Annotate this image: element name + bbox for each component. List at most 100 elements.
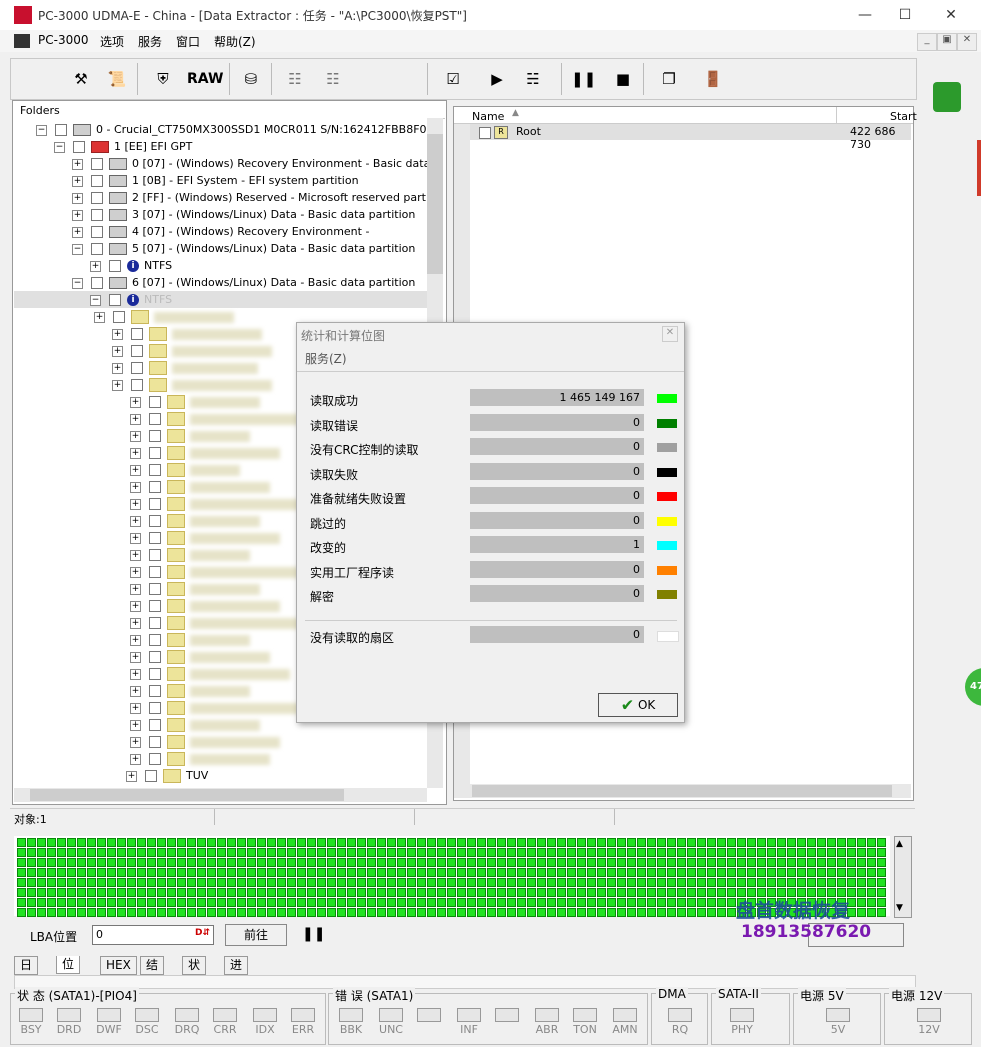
pause-icon[interactable]: ❚❚ [571, 67, 596, 91]
dialog-menu-service[interactable]: 服务(Z) [305, 350, 347, 367]
network-icon[interactable]: ☵ [521, 67, 545, 91]
sector-cell [427, 838, 436, 847]
sector-cell [317, 878, 326, 887]
tree-row-ntfs-5[interactable]: + i NTFS [90, 257, 172, 274]
tree-row-obscured[interactable]: + [130, 444, 280, 461]
list-horizontal-scrollbar[interactable] [454, 784, 911, 798]
menu-pc3000[interactable]: PC-3000 [38, 33, 88, 47]
tree-row-obscured[interactable]: + [112, 342, 272, 359]
folder-icon [167, 480, 185, 494]
tree-row-obscured[interactable]: + [130, 478, 270, 495]
sector-cell [577, 908, 586, 917]
mdi-minimize-button[interactable]: _ [917, 33, 937, 51]
tree-row-obscured[interactable]: + [130, 716, 260, 733]
menu-help[interactable]: 帮助(Z) [214, 33, 256, 50]
menu-app-icon[interactable] [14, 34, 30, 48]
tree-row-gpt[interactable]: −1 [EE] EFI GPT [54, 138, 192, 155]
tab-status[interactable]: 状态 [182, 956, 207, 989]
map-scrollbar[interactable]: ▲ ▼ [894, 836, 912, 918]
ok-button[interactable]: ✔ OK [598, 693, 678, 717]
close-button[interactable]: ✕ [928, 4, 974, 26]
sector-cell [127, 838, 136, 847]
lba-input[interactable]: 0 D⇵ [92, 925, 214, 945]
list-row-root[interactable]: R Root 422 686 730 [470, 124, 911, 151]
tree-row-obscured[interactable]: + [130, 546, 250, 563]
tree-horizontal-scrollbar[interactable] [14, 788, 427, 802]
tree-row-obscured[interactable]: + [130, 699, 300, 716]
tree-row-obscured[interactable]: + [130, 682, 250, 699]
sector-cell [757, 868, 766, 877]
binoculars-icon[interactable]: ⛨ [151, 67, 175, 91]
tree-row-partition-2[interactable]: +2 [FF] - (Windows) Reserved - Microsoft… [72, 189, 427, 206]
tree-row-obscured[interactable]: + [130, 529, 280, 546]
tree-row-obscured[interactable]: + [130, 597, 280, 614]
tree-row-partition-0[interactable]: +0 [07] - (Windows) Recovery Environment… [72, 155, 427, 172]
tree-row-partition-1[interactable]: +1 [0B] - EFI System - EFI system partit… [72, 172, 359, 189]
tree-row-partition-6[interactable]: −6 [07] - (Windows/Linux) Data - Basic d… [72, 274, 415, 291]
tab-structure[interactable]: 结构 [140, 956, 165, 989]
tree-row-obscured[interactable]: + [130, 665, 290, 682]
tree-row-obscured[interactable]: + [130, 512, 260, 529]
play-icon[interactable]: ▶ [485, 67, 509, 91]
tree-row-obscured[interactable]: + [130, 393, 260, 410]
tree-row-ntfs-6[interactable]: − i NTFS [14, 291, 427, 308]
stat-label: 读取错误 [310, 418, 359, 433]
database-icon[interactable] [933, 82, 961, 112]
tab-hex[interactable]: HEX [100, 956, 137, 975]
tree-row-obscured[interactable]: + [112, 325, 262, 342]
sector-cell [367, 838, 376, 847]
sector-cell [527, 868, 536, 877]
tree-row-obscured[interactable]: + [130, 631, 250, 648]
tree-row-obscured[interactable]: + [112, 376, 272, 393]
tools-icon[interactable]: ⚒ [69, 67, 93, 91]
tree-row-tuv[interactable]: + TUV [126, 767, 208, 784]
tree-row-obscured[interactable]: + [130, 410, 300, 427]
sector-cell [817, 838, 826, 847]
tab-log[interactable]: 日志 [14, 956, 39, 989]
tree-row-obscured[interactable]: + [130, 580, 260, 597]
go-button[interactable]: 前往 [225, 924, 287, 946]
tree-row-obscured[interactable]: + [130, 427, 250, 444]
tree-row-obscured[interactable]: + [112, 359, 258, 376]
raw-button[interactable]: RAW [187, 67, 223, 91]
tree-row-obscured[interactable]: + [130, 750, 270, 767]
sector-cell [47, 848, 56, 857]
mdi-close-button[interactable]: ✕ [957, 33, 977, 51]
column-start[interactable]: Start [890, 110, 917, 123]
map-pause-icon[interactable]: ❚❚ [302, 926, 325, 942]
mdi-restore-button[interactable]: ▣ [937, 33, 957, 51]
sector-cell [207, 858, 216, 867]
menu-options[interactable]: 选项 [100, 33, 124, 50]
tree-row-disk[interactable]: −0 - Crucial_CT750MX300SSD1 M0CR011 S/N:… [36, 121, 427, 138]
stat-row: 跳过的 0 [297, 511, 684, 532]
sector-cell [457, 908, 466, 917]
tree-row-obscured[interactable]: + [130, 495, 310, 512]
sector-cell [347, 868, 356, 877]
tree-row-obscured[interactable]: + [130, 614, 310, 631]
tab-process[interactable]: 进程 [224, 956, 249, 989]
scroll-icon[interactable]: 📜 [105, 67, 129, 91]
menu-service[interactable]: 服务 [138, 33, 162, 50]
tree-icon[interactable]: ☷ [283, 67, 307, 91]
side-badge[interactable]: 47 [965, 668, 981, 706]
drive-export-icon[interactable]: ⛁ [239, 67, 263, 91]
maximize-button[interactable]: ☐ [882, 4, 928, 26]
tree-row-partition-4[interactable]: +4 [07] - (Windows) Recovery Environment… [72, 223, 369, 240]
stop-icon[interactable]: ■ [611, 67, 635, 91]
tree-row-obscured[interactable]: + [130, 461, 240, 478]
tree-row-obscured[interactable]: + [130, 648, 270, 665]
tree-row-partition-3[interactable]: +3 [07] - (Windows/Linux) Data - Basic d… [72, 206, 415, 223]
windows-icon[interactable]: ❐ [657, 67, 681, 91]
tree-row-partition-5[interactable]: −5 [07] - (Windows/Linux) Data - Basic d… [72, 240, 415, 257]
column-name[interactable]: Name [472, 110, 504, 123]
tree-row-obscured[interactable]: + [94, 308, 234, 325]
check-drive-icon[interactable]: ☑ [441, 67, 465, 91]
tree-row-obscured[interactable]: + [130, 563, 300, 580]
exit-icon[interactable]: 🚪 [701, 67, 725, 91]
tree-alt-icon[interactable]: ☷ [321, 67, 345, 91]
lba-format-icon[interactable]: D⇵ [195, 928, 210, 938]
menu-window[interactable]: 窗口 [176, 33, 200, 50]
tab-bitmap[interactable]: 位图 [56, 956, 81, 988]
dialog-close-icon[interactable]: ✕ [662, 326, 678, 342]
tree-row-obscured[interactable]: + [130, 733, 280, 750]
